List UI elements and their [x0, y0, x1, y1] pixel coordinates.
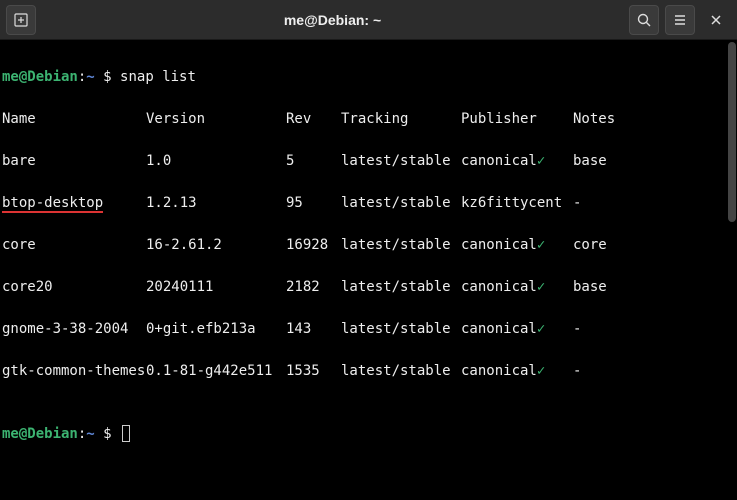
prompt-path: ~: [86, 426, 94, 442]
cell-rev: 2182: [286, 277, 341, 298]
header-tracking: Tracking: [341, 109, 461, 130]
cell-rev: 5: [286, 151, 341, 172]
cell-notes: -: [573, 319, 581, 340]
cell-version: 20240111: [146, 277, 286, 298]
cell-notes: -: [573, 361, 581, 382]
cell-name: core20: [2, 277, 146, 298]
cell-tracking: latest/stable: [341, 319, 461, 340]
cell-publisher: canonical✓: [461, 235, 573, 256]
header-rev: Rev: [286, 109, 341, 130]
header-name: Name: [2, 109, 146, 130]
cell-name: btop-desktop: [2, 193, 146, 214]
command-text: snap list: [120, 69, 196, 85]
scrollbar[interactable]: [727, 40, 737, 500]
cell-tracking: latest/stable: [341, 151, 461, 172]
cell-publisher: canonical✓: [461, 319, 573, 340]
menu-button[interactable]: [665, 5, 695, 35]
search-icon: [636, 12, 652, 28]
cell-name: bare: [2, 151, 146, 172]
titlebar: me@Debian: ~: [0, 0, 737, 40]
cell-version: 1.0: [146, 151, 286, 172]
table-row: gnome-3-38-20040+git.efb213a143latest/st…: [2, 319, 735, 340]
cell-rev: 16928: [286, 235, 341, 256]
prompt-path: ~: [86, 69, 94, 85]
cell-notes: base: [573, 277, 607, 298]
prompt-line: me@Debian:~ $ snap list: [2, 67, 735, 88]
table-header: NameVersionRevTrackingPublisherNotes: [2, 109, 735, 130]
cell-notes: core: [573, 235, 607, 256]
scrollbar-thumb[interactable]: [728, 42, 736, 222]
prompt-user: me@Debian: [2, 69, 78, 85]
cell-publisher: canonical✓: [461, 361, 573, 382]
cell-publisher: canonical✓: [461, 277, 573, 298]
header-notes: Notes: [573, 109, 615, 130]
table-row: core20202401112182latest/stablecanonical…: [2, 277, 735, 298]
cell-tracking: latest/stable: [341, 277, 461, 298]
cell-name: gtk-common-themes: [2, 361, 146, 382]
prompt-line-2: me@Debian:~ $: [2, 424, 735, 445]
close-icon: [708, 12, 724, 28]
cell-version: 1.2.13: [146, 193, 286, 214]
prompt-symbol: $: [103, 69, 111, 85]
close-button[interactable]: [701, 5, 731, 35]
header-publisher: Publisher: [461, 109, 573, 130]
cell-rev: 143: [286, 319, 341, 340]
cell-version: 0+git.efb213a: [146, 319, 286, 340]
new-tab-icon: [13, 12, 29, 28]
header-version: Version: [146, 109, 286, 130]
new-tab-button[interactable]: [6, 5, 36, 35]
window-title: me@Debian: ~: [36, 12, 629, 28]
cell-version: 16-2.61.2: [146, 235, 286, 256]
prompt-symbol: $: [103, 426, 111, 442]
prompt-user: me@Debian: [2, 426, 78, 442]
cell-publisher: kz6fittycent: [461, 193, 573, 214]
cell-rev: 95: [286, 193, 341, 214]
cell-rev: 1535: [286, 361, 341, 382]
cell-version: 0.1-81-g442e511: [146, 361, 286, 382]
cell-name: core: [2, 235, 146, 256]
cell-tracking: latest/stable: [341, 235, 461, 256]
search-button[interactable]: [629, 5, 659, 35]
cell-notes: base: [573, 151, 607, 172]
terminal-output[interactable]: me@Debian:~ $ snap list NameVersionRevTr…: [0, 40, 737, 500]
cell-tracking: latest/stable: [341, 193, 461, 214]
cell-name: gnome-3-38-2004: [2, 319, 146, 340]
table-row: bare1.05latest/stablecanonical✓base: [2, 151, 735, 172]
table-row: btop-desktop1.2.1395latest/stablekz6fitt…: [2, 193, 735, 214]
hamburger-icon: [672, 12, 688, 28]
table-row: gtk-common-themes0.1-81-g442e5111535late…: [2, 361, 735, 382]
cursor: [122, 425, 130, 442]
cell-tracking: latest/stable: [341, 361, 461, 382]
cell-publisher: canonical✓: [461, 151, 573, 172]
cell-notes: -: [573, 193, 581, 214]
table-row: core16-2.61.216928latest/stablecanonical…: [2, 235, 735, 256]
